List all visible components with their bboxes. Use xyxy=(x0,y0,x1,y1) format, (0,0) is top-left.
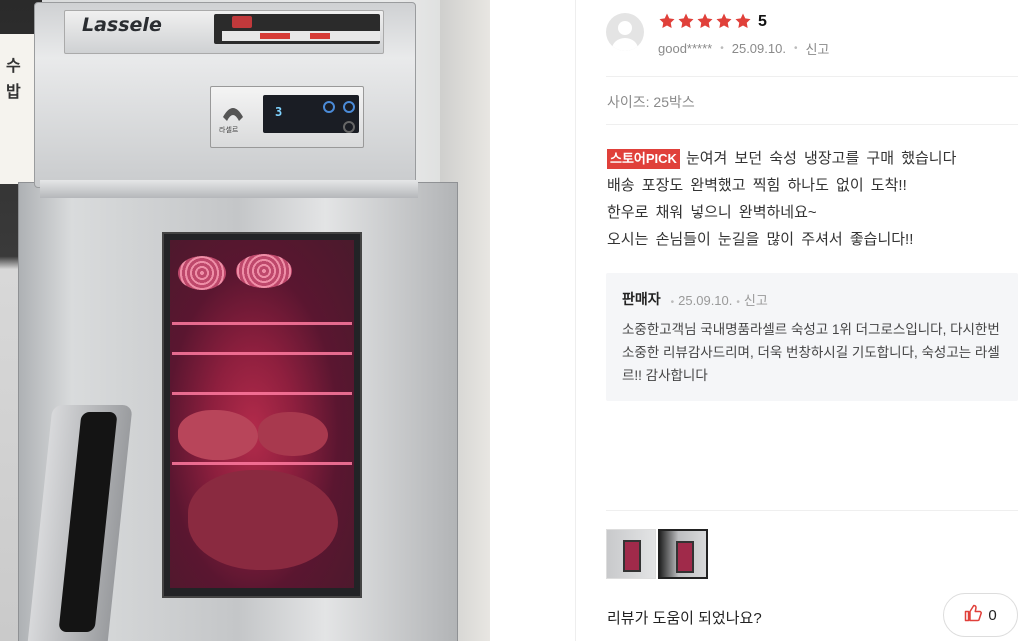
like-count: 0 xyxy=(988,606,997,624)
sign-char: 수 xyxy=(6,56,21,75)
panel-brand-label: 라셀르 xyxy=(219,126,239,134)
photo-thumbnails xyxy=(606,529,708,579)
star-rating xyxy=(658,12,752,32)
meat-piece xyxy=(258,412,328,456)
rating-value: 5 xyxy=(758,13,767,30)
like-button[interactable]: 0 xyxy=(943,593,1018,637)
shelf-line xyxy=(172,392,352,395)
divider xyxy=(606,76,1018,77)
star-icon xyxy=(735,13,751,29)
star-icon xyxy=(716,13,732,29)
review-line: 배송 포장도 완벽했고 찍힘 하나도 없이 도착!! xyxy=(607,177,907,194)
report-link[interactable]: 신고 xyxy=(805,39,829,58)
meat-piece xyxy=(188,470,338,570)
panel-divider xyxy=(575,0,576,641)
panel-button-icon xyxy=(343,101,355,113)
shelf-line xyxy=(172,322,352,325)
brand-logo: Lassele xyxy=(82,14,162,36)
review-line-text: 눈여겨 보던 숙성 냉장고를 구매 했습니다 xyxy=(685,150,957,167)
power-button-icon xyxy=(343,121,355,133)
star-icon xyxy=(697,13,713,29)
photo-thumbnail-active[interactable] xyxy=(658,529,708,579)
star-icon xyxy=(659,13,675,29)
reply-meta: • 25.09.10. • 신고 xyxy=(670,292,768,308)
fan-icon xyxy=(236,254,292,288)
review-body: 스토어PICK 눈여겨 보던 숙성 냉장고를 구매 했습니다 배송 포장도 완벽했… xyxy=(607,145,1017,253)
meat-image xyxy=(232,16,252,28)
reply-text: 소중한고객님 국내명품라셀르 숙성고 1위 더그로스입니다, 다시한번 소중한 … xyxy=(622,322,1000,383)
panel-logo: 라셀르 xyxy=(219,95,247,137)
review-line: 오시는 손님들이 눈길을 많이 주셔서 좋습니다!! xyxy=(607,231,914,248)
door-top-edge xyxy=(40,180,418,198)
helpful-question: 리뷰가 도움이 되었나요? xyxy=(607,610,762,627)
temperature-value: 3 xyxy=(275,105,283,119)
reply-author: 판매자 xyxy=(622,291,661,307)
star-icon xyxy=(678,13,694,29)
review-date: 25.09.10. xyxy=(731,41,786,56)
photo-thumbnail[interactable] xyxy=(606,529,656,579)
divider xyxy=(606,510,1018,511)
reply-date: 25.09.10. xyxy=(678,292,733,308)
panel-button-icon xyxy=(323,101,335,113)
separator: • xyxy=(793,43,798,54)
separator: • xyxy=(720,43,724,54)
brand-strip xyxy=(222,31,380,41)
control-panel: 라셀르 3 xyxy=(210,86,364,148)
sign-char: 밥 xyxy=(6,82,21,101)
shelf-line xyxy=(172,352,352,355)
divider xyxy=(606,124,1018,125)
reply-header: 판매자 • 25.09.10. • 신고 xyxy=(622,289,768,309)
review-line: 스토어PICK 눈여겨 보던 숙성 냉장고를 구매 했습니다 xyxy=(607,145,1017,172)
seller-reply: 판매자 • 25.09.10. • 신고 소중한고객님 국내명품라셀르 숙성고 1위 … xyxy=(606,273,1018,401)
avatar xyxy=(606,13,644,51)
review-line: 한우로 채워 넣으니 완벽하네요~ xyxy=(607,204,817,221)
review-author: good***** xyxy=(658,41,713,56)
reply-report-link[interactable]: 신고 xyxy=(744,293,768,308)
review-photo[interactable]: 수 밥 Lassele 라셀르 3 xyxy=(0,0,490,641)
fan-icon xyxy=(178,256,226,290)
review-meta: good***** • 25.09.10. • 신고 xyxy=(658,39,829,58)
thumbs-up-icon xyxy=(964,604,983,626)
store-pick-badge: 스토어PICK xyxy=(607,149,680,169)
shelf-line xyxy=(172,462,352,465)
review-option: 사이즈: 25박스 xyxy=(607,94,695,110)
meat-piece xyxy=(178,410,258,460)
